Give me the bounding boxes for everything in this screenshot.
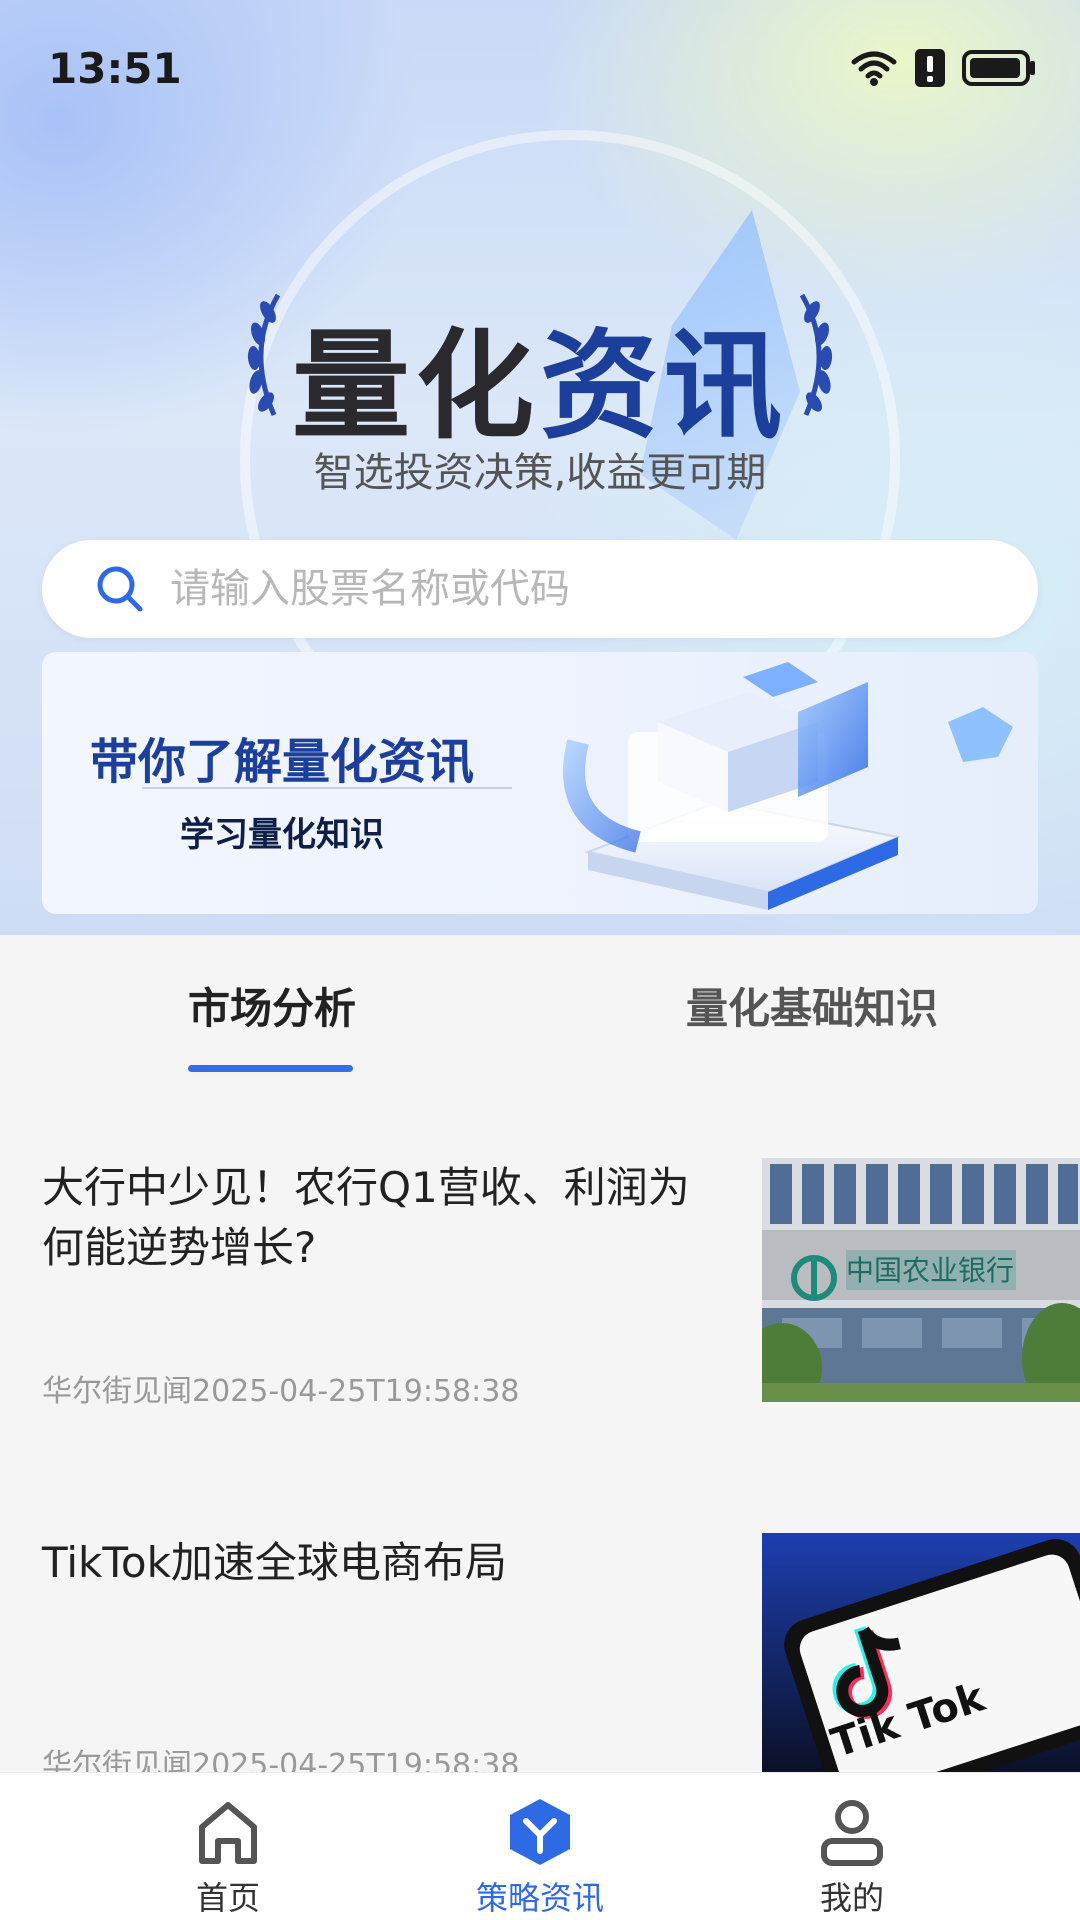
tiktok-phone-image: Tik Tok <box>762 1533 1080 1777</box>
status-icons <box>850 48 1036 88</box>
news-title: TikTok加速全球电商布局 <box>42 1538 507 1587</box>
nav-label: 我的 <box>819 1879 884 1917</box>
news-title: 大行中少见！农行Q1营收、利润为何能逆势增长? <box>42 1163 690 1272</box>
news-meta: 华尔街见闻2025-04-25T19:58:38 <box>42 1374 520 1409</box>
banner-subtitle: 学习量化知识 <box>180 815 384 855</box>
news-thumbnail: 中国农业银行 <box>762 1158 1080 1402</box>
nav-home[interactable]: 首页 <box>128 1773 328 1920</box>
status-time: 13:51 <box>48 44 182 93</box>
search-icon <box>97 566 143 612</box>
battery-icon <box>962 50 1035 86</box>
profile-icon <box>821 1800 883 1866</box>
search-input[interactable] <box>170 566 930 612</box>
search-bar[interactable] <box>42 540 1038 638</box>
hero-title-block: 量化资讯 <box>0 280 1080 455</box>
status-bar: 13:51 <box>0 0 1080 130</box>
category-tabs: 市场分析 量化基础知识 <box>0 935 1080 1085</box>
active-tab-indicator <box>188 1065 353 1072</box>
strategy-icon <box>510 1799 570 1865</box>
hero-subtitle: 智选投资决策,收益更可期 <box>313 450 767 496</box>
banner-illustration <box>563 662 1013 910</box>
hero-title: 量化资讯 <box>0 290 1080 461</box>
banner-title: 带你了解量化资讯 <box>89 734 474 790</box>
banner-divider <box>142 787 512 789</box>
hero-title-part2: 资讯 <box>540 317 789 455</box>
alert-icon <box>915 49 945 87</box>
bank-sign-text: 中国农业银行 <box>846 1254 1014 1287</box>
bank-building-image: 中国农业银行 <box>762 1158 1080 1402</box>
nav-strategy-news[interactable]: 策略资讯 <box>440 1773 640 1920</box>
news-thumbnail: Tik Tok <box>762 1533 1080 1777</box>
laurel-right-icon <box>799 293 833 416</box>
tab-quant-basics[interactable]: 量化基础知识 <box>686 975 938 1036</box>
nav-label: 首页 <box>195 1879 260 1917</box>
wifi-icon <box>851 51 897 86</box>
promo-banner[interactable]: 带你了解量化资讯 学习量化知识 <box>42 652 1038 914</box>
hero-title-part1: 量化 <box>291 317 540 455</box>
tab-market-analysis[interactable]: 市场分析 <box>188 975 356 1036</box>
home-icon <box>199 1802 257 1864</box>
hero-section: 13:51 量化资讯 智选投资决策,收益更可期 请输入股票名称或代码 带你了解量… <box>0 0 1080 935</box>
nav-label: 策略资讯 <box>475 1879 604 1917</box>
news-item[interactable]: 大行中少见！农行Q1营收、利润为何能逆势增长? 华尔街见闻2025-04-25T… <box>0 1158 1080 1458</box>
nav-profile[interactable]: 我的 <box>752 1773 952 1920</box>
bottom-navigation: 首页 策略资讯 我的 <box>0 1772 1080 1920</box>
